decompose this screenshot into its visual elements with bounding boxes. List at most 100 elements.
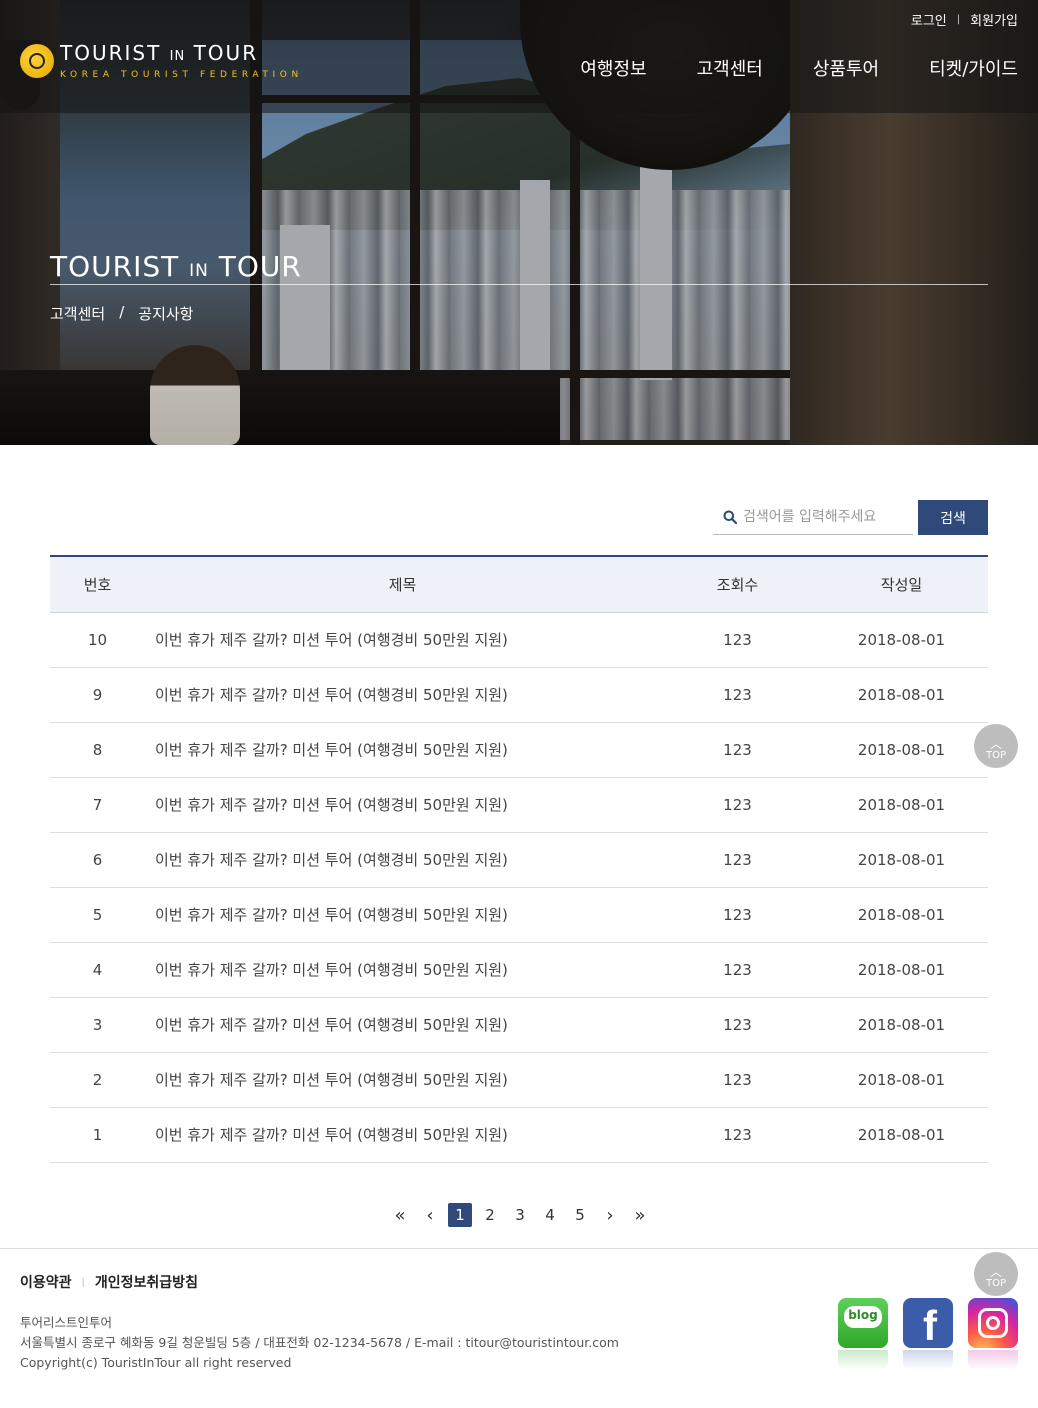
pagination: « ‹ 1 2 3 4 5 › » bbox=[385, 1203, 655, 1227]
row-num: 6 bbox=[50, 832, 145, 888]
row-title-link[interactable]: 이번 휴가 제주 갈까? 미션 투어 (여행경비 50만원 지원) bbox=[145, 997, 660, 1053]
search-input[interactable] bbox=[743, 509, 913, 525]
page-number[interactable]: 2 bbox=[478, 1203, 502, 1227]
table-row[interactable]: 6 이번 휴가 제주 갈까? 미션 투어 (여행경비 50만원 지원) 123 201… bbox=[50, 832, 988, 888]
nav-product-tour[interactable]: 상품투어 bbox=[813, 55, 879, 81]
row-title-link[interactable]: 이번 휴가 제주 갈까? 미션 투어 (여행경비 50만원 지원) bbox=[145, 942, 660, 998]
header-views: 조회수 bbox=[660, 556, 815, 613]
row-title-link[interactable]: 이번 휴가 제주 갈까? 미션 투어 (여행경비 50만원 지원) bbox=[145, 722, 660, 778]
nav-travel-info[interactable]: 여행정보 bbox=[580, 55, 646, 81]
table-row[interactable]: 10 이번 휴가 제주 갈까? 미션 투어 (여행경비 50만원 지원) 123 20… bbox=[50, 612, 988, 668]
page-number[interactable]: 3 bbox=[508, 1203, 532, 1227]
blog-icon[interactable]: blog bbox=[838, 1298, 888, 1348]
breadcrumb-separator: / bbox=[119, 303, 125, 321]
prev-page-button[interactable]: ‹ bbox=[418, 1203, 442, 1227]
row-title-link[interactable]: 이번 휴가 제주 갈까? 미션 투어 (여행경비 50만원 지원) bbox=[145, 887, 660, 943]
terms-link[interactable]: 이용약관 bbox=[20, 1272, 72, 1292]
row-date: 2018-08-01 bbox=[815, 722, 988, 778]
login-link[interactable]: 로그인 bbox=[911, 10, 947, 29]
top-label: TOP bbox=[985, 749, 1006, 761]
facebook-icon-label: f bbox=[923, 1302, 937, 1349]
company-name: 투어리스트인투어 bbox=[20, 1315, 113, 1330]
footer-separator: | bbox=[81, 1276, 85, 1288]
row-date: 2018-08-01 bbox=[815, 997, 988, 1053]
last-page-button[interactable]: » bbox=[628, 1203, 652, 1227]
breadcrumb-parent[interactable]: 고객센터 bbox=[50, 303, 105, 324]
search-button[interactable]: 검색 bbox=[918, 500, 988, 535]
row-date: 2018-08-01 bbox=[815, 612, 988, 668]
copyright: Copyright(c) TouristInTour all right res… bbox=[20, 1355, 292, 1370]
row-title-link[interactable]: 이번 휴가 제주 갈까? 미션 투어 (여행경비 50만원 지원) bbox=[145, 832, 660, 888]
chevron-up-icon: ︿ bbox=[989, 736, 1002, 751]
footer-links: 이용약관 | 개인정보취급방침 bbox=[20, 1272, 198, 1292]
page-number[interactable]: 4 bbox=[538, 1203, 562, 1227]
row-views: 123 bbox=[660, 1052, 815, 1108]
hero-title-word: TOURIST bbox=[50, 250, 180, 283]
first-page-button[interactable]: « bbox=[388, 1203, 412, 1227]
top-label: TOP bbox=[985, 1277, 1006, 1289]
company-address: 서울특별시 종로구 혜화동 9길 청운빌딩 5층 / 대표전화 02-1234-… bbox=[20, 1335, 619, 1350]
row-title-link[interactable]: 이번 휴가 제주 갈까? 미션 투어 (여행경비 50만원 지원) bbox=[145, 1107, 660, 1163]
table-row[interactable]: 2 이번 휴가 제주 갈까? 미션 투어 (여행경비 50만원 지원) 123 201… bbox=[50, 1052, 988, 1108]
logo-word-in: IN bbox=[169, 49, 186, 64]
row-date: 2018-08-01 bbox=[815, 1052, 988, 1108]
page-number[interactable]: 1 bbox=[448, 1203, 472, 1227]
row-num: 5 bbox=[50, 887, 145, 943]
row-title-link[interactable]: 이번 휴가 제주 갈까? 미션 투어 (여행경비 50만원 지원) bbox=[145, 667, 660, 723]
logo-subtitle: KOREA TOURIST FEDERATION bbox=[60, 70, 303, 80]
table-row[interactable]: 5 이번 휴가 제주 갈까? 미션 투어 (여행경비 50만원 지원) 123 201… bbox=[50, 887, 988, 943]
breadcrumb-current: 공지사항 bbox=[138, 305, 194, 323]
main-nav: 여행정보 고객센터 상품투어 티켓/가이드 bbox=[530, 55, 1018, 81]
table-row[interactable]: 9 이번 휴가 제주 갈까? 미션 투어 (여행경비 50만원 지원) 123 201… bbox=[50, 667, 988, 723]
row-date: 2018-08-01 bbox=[815, 1107, 988, 1163]
icon-reflection bbox=[903, 1350, 953, 1370]
next-page-button[interactable]: › bbox=[598, 1203, 622, 1227]
logo-text: TOURIST IN TOUR KOREA TOURIST FEDERATION bbox=[60, 42, 303, 80]
header-title: 제목 bbox=[145, 556, 660, 613]
table-row[interactable]: 1 이번 휴가 제주 갈까? 미션 투어 (여행경비 50만원 지원) 123 201… bbox=[50, 1107, 988, 1163]
hero-banner: 로그인 | 회원가입 TOURIST IN TOUR KOREA TOURIST… bbox=[0, 0, 1038, 445]
row-views: 123 bbox=[660, 1107, 815, 1163]
row-num: 2 bbox=[50, 1052, 145, 1108]
scroll-top-button[interactable]: ︿ TOP bbox=[974, 724, 1018, 768]
row-date: 2018-08-01 bbox=[815, 667, 988, 723]
logo-main: TOURIST IN TOUR bbox=[60, 42, 303, 68]
row-views: 123 bbox=[660, 887, 815, 943]
util-menu: 로그인 | 회원가입 bbox=[911, 10, 1018, 29]
nav-customer-center[interactable]: 고객센터 bbox=[697, 55, 763, 81]
row-num: 10 bbox=[50, 612, 145, 668]
row-num: 7 bbox=[50, 777, 145, 833]
row-title-link[interactable]: 이번 휴가 제주 갈까? 미션 투어 (여행경비 50만원 지원) bbox=[145, 1052, 660, 1108]
row-views: 123 bbox=[660, 612, 815, 668]
site-logo[interactable]: TOURIST IN TOUR KOREA TOURIST FEDERATION bbox=[20, 42, 303, 80]
breadcrumb: 고객센터 / 공지사항 bbox=[50, 303, 193, 324]
table-row[interactable]: 8 이번 휴가 제주 갈까? 미션 투어 (여행경비 50만원 지원) 123 201… bbox=[50, 722, 988, 778]
header-date: 작성일 bbox=[815, 556, 988, 613]
scroll-top-button[interactable]: ︿ TOP bbox=[974, 1252, 1018, 1296]
row-views: 123 bbox=[660, 997, 815, 1053]
instagram-icon[interactable] bbox=[968, 1298, 1018, 1348]
table-body: 10 이번 휴가 제주 갈까? 미션 투어 (여행경비 50만원 지원) 123 20… bbox=[50, 612, 988, 1163]
hero-divider bbox=[50, 284, 988, 285]
nav-ticket-guide[interactable]: 티켓/가이드 bbox=[929, 55, 1018, 81]
table-row[interactable]: 7 이번 휴가 제주 갈까? 미션 투어 (여행경비 50만원 지원) 123 201… bbox=[50, 777, 988, 833]
footer-divider bbox=[0, 1248, 1038, 1249]
join-link[interactable]: 회원가입 bbox=[970, 10, 1018, 29]
footer-info: 투어리스트인투어 서울특별시 종로구 혜화동 9길 청운빌딩 5층 / 대표전화… bbox=[20, 1313, 619, 1373]
page-number[interactable]: 5 bbox=[568, 1203, 592, 1227]
table-row[interactable]: 4 이번 휴가 제주 갈까? 미션 투어 (여행경비 50만원 지원) 123 201… bbox=[50, 942, 988, 998]
row-date: 2018-08-01 bbox=[815, 777, 988, 833]
row-title-link[interactable]: 이번 휴가 제주 갈까? 미션 투어 (여행경비 50만원 지원) bbox=[145, 777, 660, 833]
row-views: 123 bbox=[660, 832, 815, 888]
logo-word-tour: TOUR bbox=[193, 41, 259, 65]
table-row[interactable]: 3 이번 휴가 제주 갈까? 미션 투어 (여행경비 50만원 지원) 123 201… bbox=[50, 997, 988, 1053]
chevron-up-icon: ︿ bbox=[989, 1264, 1002, 1279]
row-num: 3 bbox=[50, 997, 145, 1053]
blog-icon-label: blog bbox=[848, 1308, 878, 1322]
search-box bbox=[713, 500, 913, 535]
header-num: 번호 bbox=[50, 556, 145, 613]
row-views: 123 bbox=[660, 722, 815, 778]
privacy-link[interactable]: 개인정보취급방침 bbox=[95, 1272, 198, 1292]
row-title-link[interactable]: 이번 휴가 제주 갈까? 미션 투어 (여행경비 50만원 지원) bbox=[145, 612, 660, 668]
facebook-icon[interactable]: f bbox=[903, 1298, 953, 1349]
